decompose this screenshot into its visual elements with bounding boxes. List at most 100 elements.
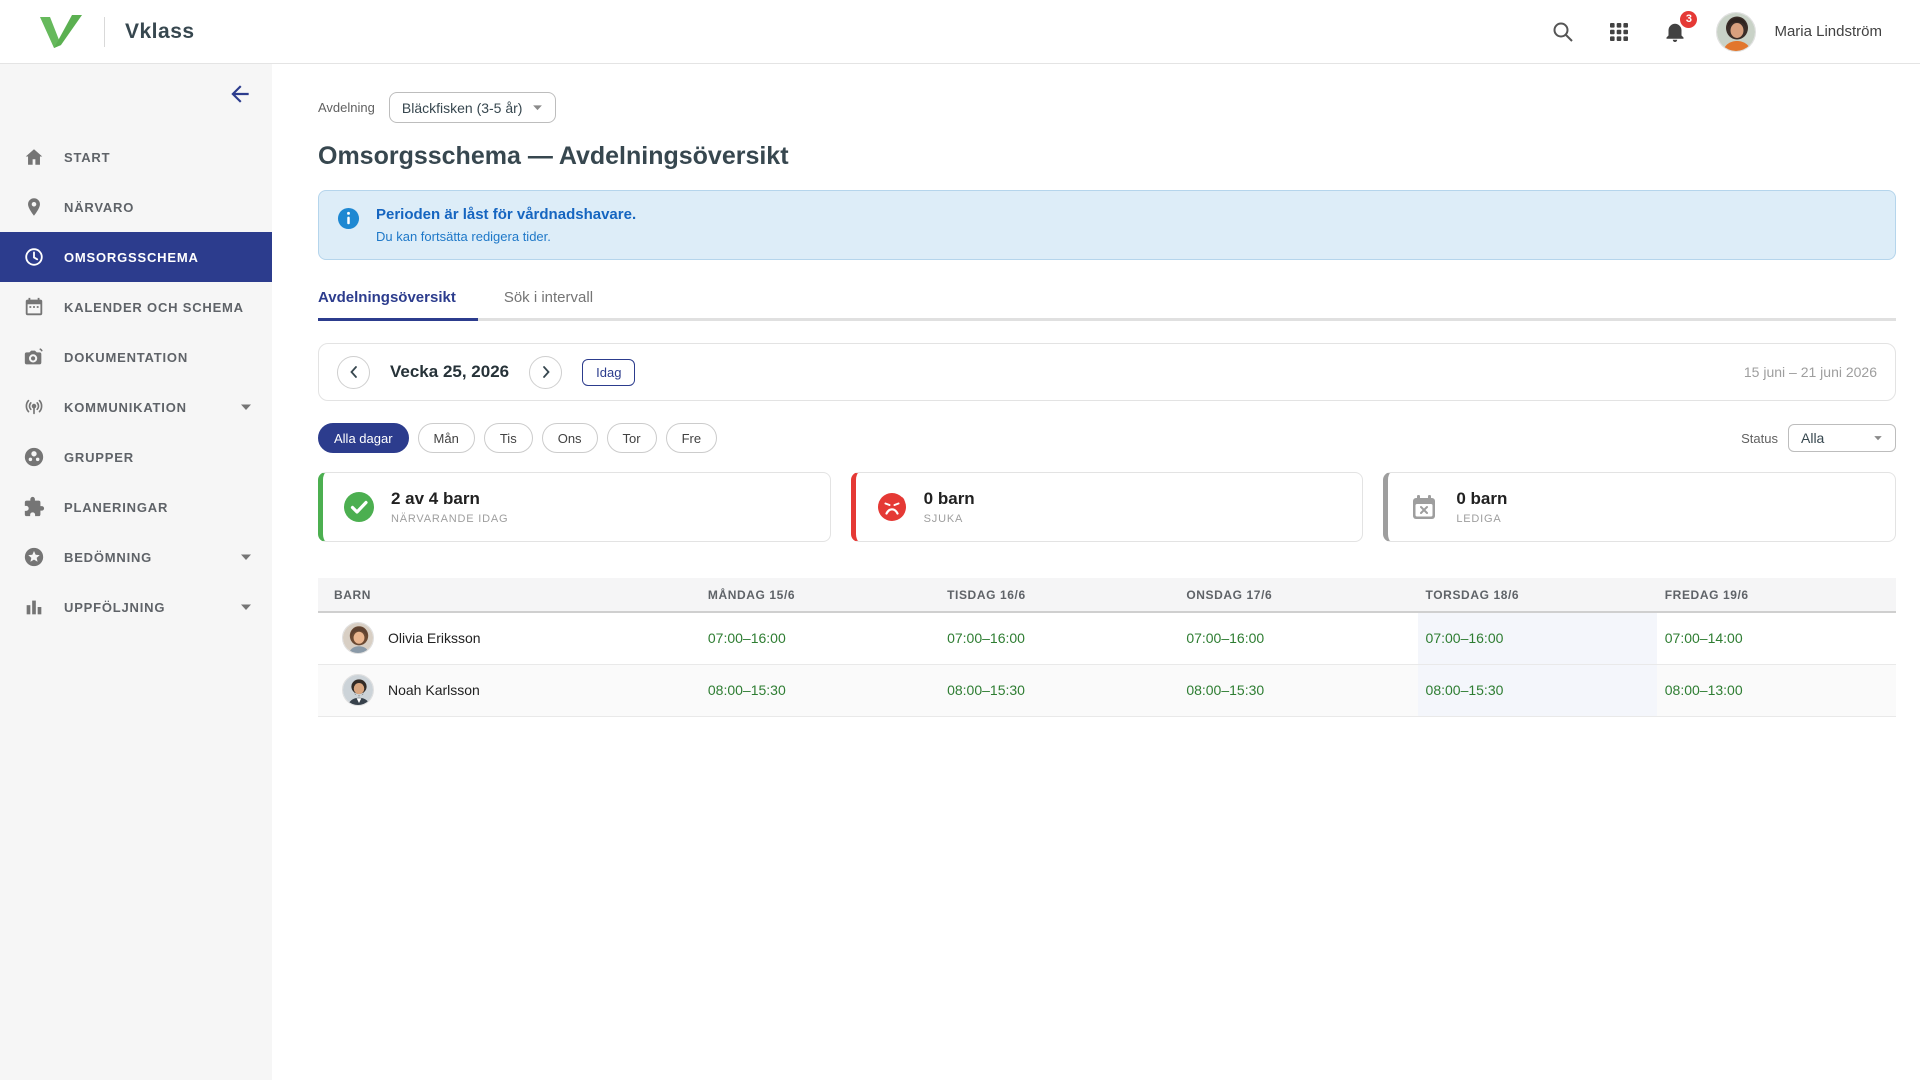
banner-title: Perioden är låst för vårdnadshavare. bbox=[376, 206, 636, 223]
child-name: Olivia Eriksson bbox=[388, 630, 481, 646]
sidebar-item-narvaro[interactable]: NÄRVARO bbox=[0, 182, 272, 232]
week-navigator: Vecka 25, 2026 Idag 15 juni – 21 juni 20… bbox=[318, 343, 1896, 401]
time-cell[interactable]: 08:00–13:00 bbox=[1657, 664, 1896, 716]
notifications-button[interactable]: 3 bbox=[1660, 17, 1690, 47]
camera-icon bbox=[22, 345, 46, 369]
day-chip-alla-dagar[interactable]: Alla dagar bbox=[318, 423, 409, 453]
day-chip-tor[interactable]: Tor bbox=[607, 423, 657, 453]
home-icon bbox=[22, 145, 46, 169]
time-cell[interactable]: 08:00–15:30 bbox=[1178, 664, 1417, 716]
stat-label: NÄRVARANDE IDAG bbox=[391, 513, 508, 525]
apps-grid-icon bbox=[1607, 20, 1631, 44]
table-row: Noah Karlsson 08:00–15:30 08:00–15:30 08… bbox=[318, 664, 1896, 716]
day-chip-man[interactable]: Mån bbox=[418, 423, 475, 453]
stat-card-present: 2 av 4 barn NÄRVARANDE IDAG bbox=[318, 472, 831, 542]
bar-chart-icon bbox=[22, 595, 46, 619]
stat-card-sick: 0 barn SJUKA bbox=[851, 472, 1364, 542]
chevron-down-icon bbox=[532, 104, 543, 111]
page-title: Omsorgsschema — Avdelningsöversikt bbox=[318, 142, 1896, 171]
sidebar-item-kalender[interactable]: KALENDER OCH SCHEMA bbox=[0, 282, 272, 332]
chevron-down-icon bbox=[240, 403, 252, 411]
tabs: Avdelningsöversikt Sök i intervall bbox=[318, 289, 1896, 321]
sidebar-item-bedomning[interactable]: BEDÖMNING bbox=[0, 532, 272, 582]
stat-label: SJUKA bbox=[924, 513, 975, 525]
sidebar-nav: START NÄRVARO OMSORGSSCHEMA bbox=[0, 132, 272, 632]
stat-cards: 2 av 4 barn NÄRVARANDE IDAG 0 barn SJUKA bbox=[318, 472, 1896, 542]
sidebar-item-planeringar[interactable]: PLANERINGAR bbox=[0, 482, 272, 532]
notification-badge: 3 bbox=[1680, 11, 1697, 28]
vklass-logo-icon bbox=[38, 15, 84, 49]
chevron-down-icon bbox=[1873, 435, 1883, 441]
puzzle-icon bbox=[22, 495, 46, 519]
column-header-onsdag: ONSDAG 17/6 bbox=[1178, 578, 1417, 612]
banner-body: Du kan fortsätta redigera tider. bbox=[376, 229, 636, 244]
child-name: Noah Karlsson bbox=[388, 682, 480, 698]
check-circle-icon bbox=[343, 491, 375, 523]
chevron-down-icon bbox=[240, 603, 252, 611]
time-cell-today[interactable]: 07:00–16:00 bbox=[1418, 612, 1657, 664]
day-chip-ons[interactable]: Ons bbox=[542, 423, 598, 453]
clock-icon bbox=[22, 245, 46, 269]
calendar-icon bbox=[22, 295, 46, 319]
search-button[interactable] bbox=[1548, 17, 1578, 47]
stat-card-free: 0 barn LEDIGA bbox=[1383, 472, 1896, 542]
sidebar-item-start[interactable]: START bbox=[0, 132, 272, 182]
sidebar-item-grupper[interactable]: GRUPPER bbox=[0, 432, 272, 482]
status-label: Status bbox=[1741, 431, 1778, 446]
sidebar-item-kommunikation[interactable]: KOMMUNIKATION bbox=[0, 382, 272, 432]
sidebar-collapse-button[interactable] bbox=[222, 76, 258, 112]
time-cell[interactable]: 07:00–16:00 bbox=[700, 612, 939, 664]
stat-value: 2 av 4 barn bbox=[391, 489, 508, 509]
schedule-table: BARN MÅNDAG 15/6 TISDAG 16/6 ONSDAG 17/6… bbox=[318, 578, 1896, 717]
user-avatar[interactable] bbox=[1716, 12, 1756, 52]
sidebar-item-omsorgsschema[interactable]: OMSORGSSCHEMA bbox=[0, 232, 272, 282]
time-cell-today[interactable]: 08:00–15:30 bbox=[1418, 664, 1657, 716]
column-header-mandag: MÅNDAG 15/6 bbox=[700, 578, 939, 612]
user-name[interactable]: Maria Lindström bbox=[1774, 23, 1882, 40]
time-cell[interactable]: 08:00–15:30 bbox=[939, 664, 1178, 716]
day-chip-fre[interactable]: Fre bbox=[666, 423, 718, 453]
department-select[interactable]: Bläckfisken (3-5 år) bbox=[389, 92, 557, 123]
time-cell[interactable]: 07:00–14:00 bbox=[1657, 612, 1896, 664]
department-select-value: Bläckfisken (3-5 år) bbox=[402, 100, 523, 116]
time-cell[interactable]: 07:00–16:00 bbox=[1178, 612, 1417, 664]
sidebar: START NÄRVARO OMSORGSSCHEMA bbox=[0, 64, 272, 1080]
table-row: Olivia Eriksson 07:00–16:00 07:00–16:00 … bbox=[318, 612, 1896, 664]
chevron-right-icon bbox=[539, 365, 553, 379]
chevron-down-icon bbox=[240, 553, 252, 561]
brand-divider bbox=[104, 17, 105, 47]
child-avatar bbox=[342, 622, 374, 654]
tab-sok-i-intervall[interactable]: Sök i intervall bbox=[504, 289, 615, 318]
chevron-left-icon bbox=[347, 365, 361, 379]
filter-row: Alla dagar Mån Tis Ons Tor Fre Status Al… bbox=[318, 423, 1896, 453]
sidebar-item-dokumentation[interactable]: DOKUMENTATION bbox=[0, 332, 272, 382]
brand-name: Vklass bbox=[125, 20, 195, 44]
status-select-value: Alla bbox=[1801, 430, 1824, 446]
stat-value: 0 barn bbox=[1456, 489, 1507, 509]
week-label: Vecka 25, 2026 bbox=[390, 362, 509, 382]
time-cell[interactable]: 08:00–15:30 bbox=[700, 664, 939, 716]
status-select[interactable]: Alla bbox=[1788, 424, 1896, 452]
location-pin-icon bbox=[22, 195, 46, 219]
today-button[interactable]: Idag bbox=[582, 359, 635, 386]
prev-week-button[interactable] bbox=[337, 356, 370, 389]
main-content: Avdelning Bläckfisken (3-5 år) Omsorgssc… bbox=[272, 64, 1920, 1080]
sidebar-item-uppfoljning[interactable]: UPPFÖLJNING bbox=[0, 582, 272, 632]
day-chip-tis[interactable]: Tis bbox=[484, 423, 533, 453]
next-week-button[interactable] bbox=[529, 356, 562, 389]
arrow-left-icon bbox=[227, 81, 253, 107]
time-cell[interactable]: 07:00–16:00 bbox=[939, 612, 1178, 664]
column-header-tisdag: TISDAG 16/6 bbox=[939, 578, 1178, 612]
stat-value: 0 barn bbox=[924, 489, 975, 509]
day-filter-chips: Alla dagar Mån Tis Ons Tor Fre bbox=[318, 423, 717, 453]
department-label: Avdelning bbox=[318, 100, 375, 115]
info-banner: Perioden är låst för vårdnadshavare. Du … bbox=[318, 190, 1896, 260]
top-bar: Vklass 3 bbox=[0, 0, 1920, 64]
week-range: 15 juni – 21 juni 2026 bbox=[1744, 364, 1877, 380]
apps-grid-button[interactable] bbox=[1604, 17, 1634, 47]
tab-avdelningsoversikt[interactable]: Avdelningsöversikt bbox=[318, 289, 478, 318]
group-work-icon bbox=[22, 445, 46, 469]
sick-face-icon bbox=[876, 491, 908, 523]
stat-label: LEDIGA bbox=[1456, 513, 1507, 525]
column-header-fredag: FREDAG 19/6 bbox=[1657, 578, 1896, 612]
